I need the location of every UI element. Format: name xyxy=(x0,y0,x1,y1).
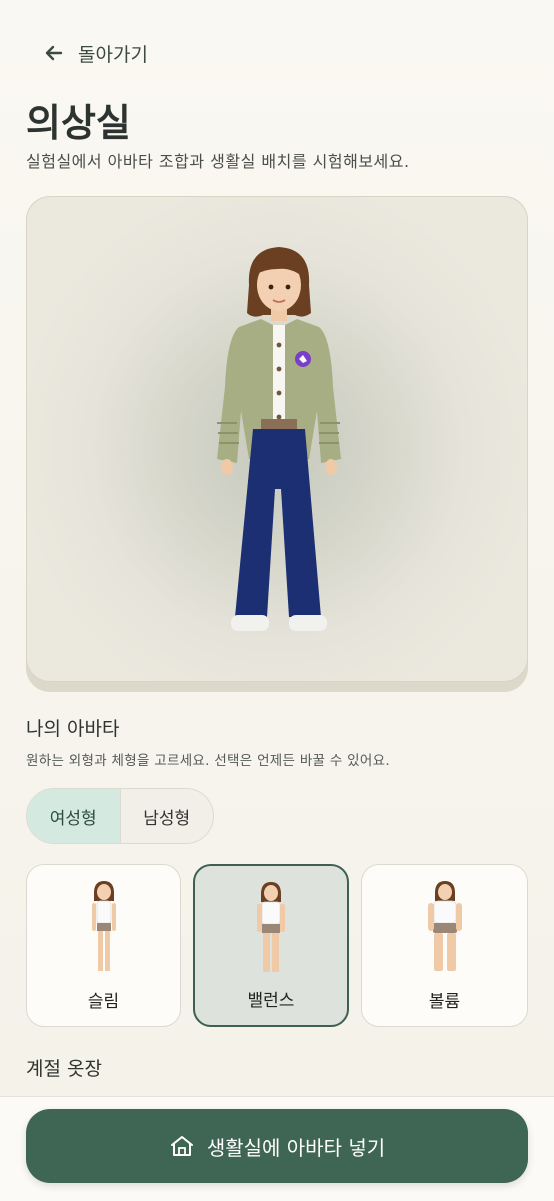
body-balance-figure xyxy=(257,882,285,972)
body-type-label-balance: 밸런스 xyxy=(247,991,295,1011)
cta-label: 생활실에 아바타 넣기 xyxy=(206,1135,386,1160)
page-subtitle: 실험실에서 아바타 조합과 생활실 배치를 시험해보세요. xyxy=(26,152,410,171)
back-label: 돌아가기 xyxy=(78,43,148,66)
avatar-section-description: 원하는 외형과 체형을 고르세요. 선택은 언제든 바꿀 수 있어요. xyxy=(26,753,390,769)
body-slim-figure xyxy=(91,881,116,971)
body-volume-figure xyxy=(427,881,462,971)
body-type-card-balance[interactable]: 밸런스 xyxy=(193,864,349,1027)
add-avatar-to-living-room-button[interactable]: 생활실에 아바타 넣기 xyxy=(26,1109,528,1183)
arrow-left-icon xyxy=(45,45,63,61)
avatar-figure xyxy=(217,247,341,631)
gender-toggle: 여성형 남성형 xyxy=(26,788,214,844)
body-type-label-slim: 슬림 xyxy=(87,992,120,1012)
avatar-preview xyxy=(26,196,528,682)
body-type-card-slim[interactable]: 슬림 xyxy=(26,864,181,1027)
back-button[interactable]: 돌아가기 xyxy=(44,38,148,68)
gender-option-male[interactable]: 남성형 xyxy=(121,789,214,843)
body-type-options: 슬림 밸런스 볼륨 xyxy=(26,864,528,1029)
home-icon xyxy=(170,1136,193,1156)
body-type-label-volume: 볼륨 xyxy=(428,992,461,1012)
body-type-card-volume[interactable]: 볼륨 xyxy=(361,864,528,1027)
seasonal-wardrobe-title: 계절 옷장 xyxy=(26,1058,102,1080)
page-title: 의상실 xyxy=(26,101,131,145)
gender-option-female[interactable]: 여성형 xyxy=(27,789,120,843)
avatar-section-title: 나의 아바타 xyxy=(26,718,120,740)
